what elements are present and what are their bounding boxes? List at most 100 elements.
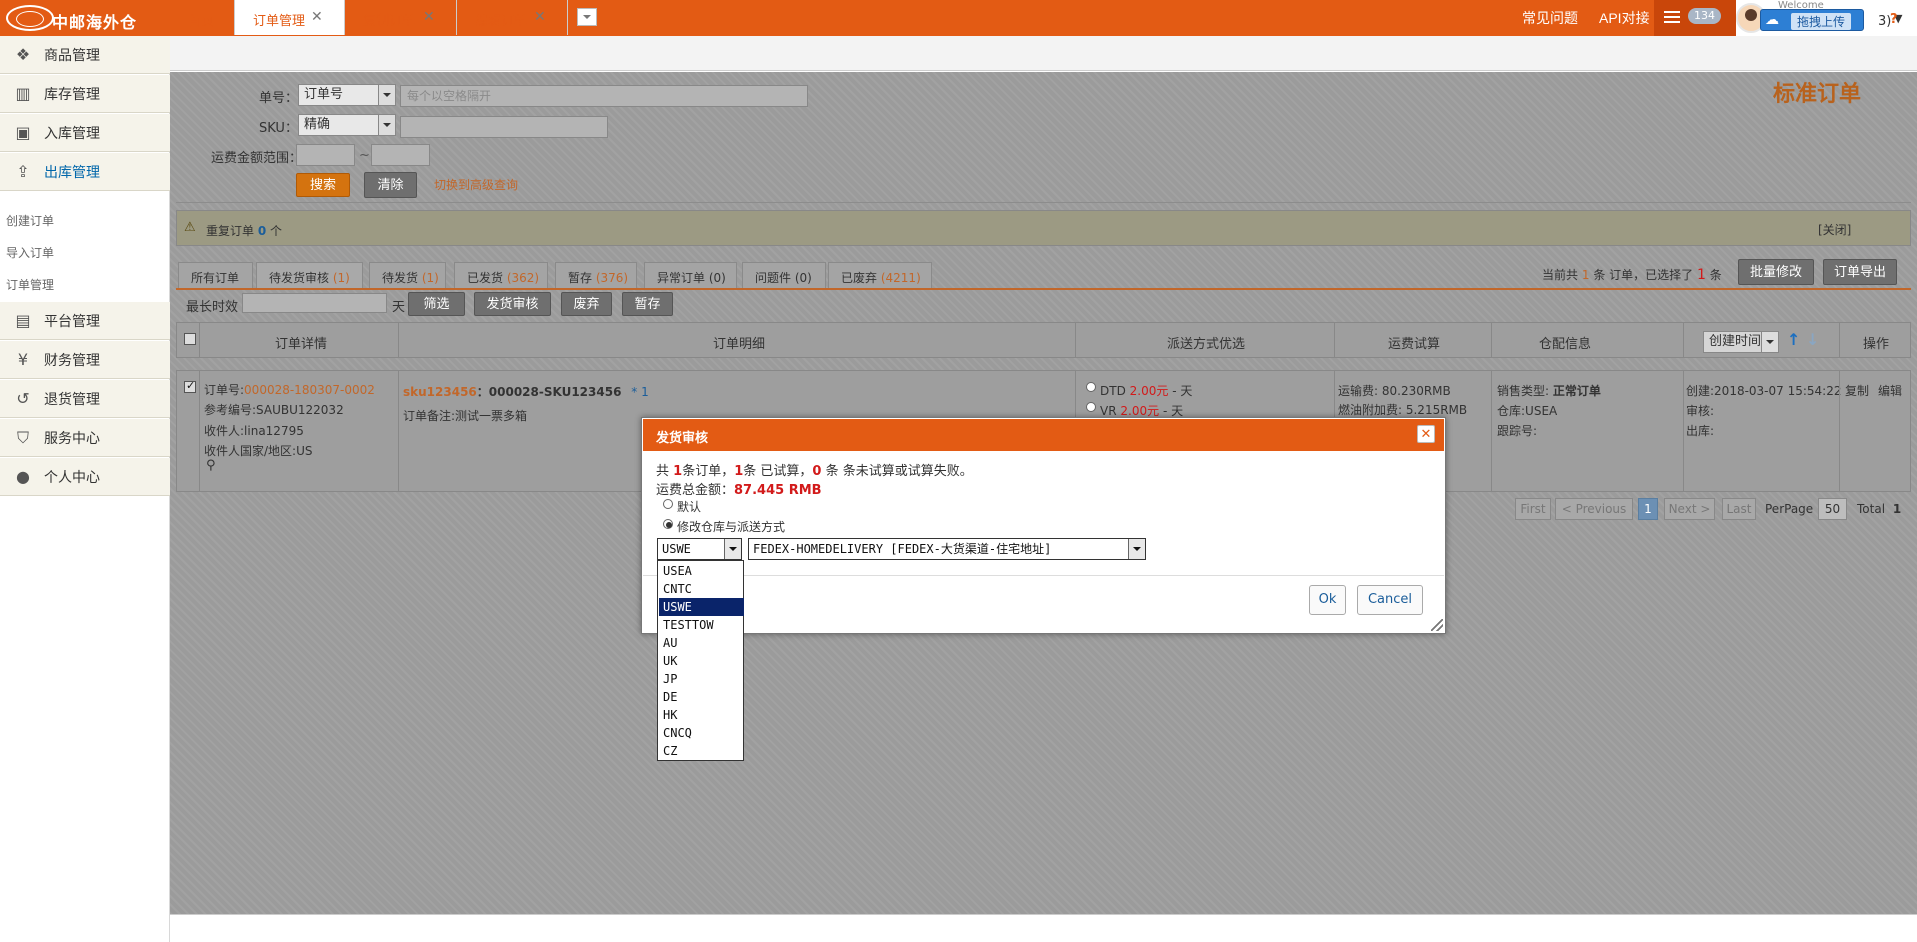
tab-list-dropdown[interactable]: [577, 8, 597, 26]
clear-button[interactable]: 清除: [364, 172, 417, 198]
sidebar-item-profile[interactable]: ● 个人中心: [0, 458, 170, 496]
sidebar-item-inventory[interactable]: ▥ 库存管理: [0, 75, 170, 113]
max-age-input[interactable]: [242, 293, 387, 313]
sidebar-item-inbound[interactable]: ▣ 入库管理: [0, 114, 170, 152]
sidebar-item-outbound[interactable]: ⇪ 出库管理: [0, 153, 170, 191]
warehouse-option[interactable]: DE: [659, 688, 744, 706]
tab-home[interactable]: 首页: [170, 0, 235, 35]
order-no-type-select[interactable]: 订单号: [298, 84, 396, 106]
ship-audit-button[interactable]: 发货审核: [474, 292, 551, 316]
fee-min-input[interactable]: [296, 144, 355, 166]
tab-copy-order[interactable]: 复制订单 ✕: [345, 0, 457, 35]
status-tab-all[interactable]: 所有订单: [178, 262, 253, 288]
warehouse-option[interactable]: CZ: [659, 742, 744, 760]
warehouse-option[interactable]: CNTC: [659, 580, 744, 598]
per-page-input[interactable]: 50: [1818, 498, 1847, 520]
sku-label: SKU：: [259, 121, 298, 136]
sort-field-select[interactable]: 创建时间: [1703, 331, 1779, 353]
status-tab-problem[interactable]: 问题件 (0): [742, 262, 826, 288]
warehouse-option[interactable]: JP: [659, 670, 744, 688]
cancel-button[interactable]: Cancel: [1357, 585, 1423, 615]
page-number-current[interactable]: 1: [1638, 498, 1658, 520]
search-button[interactable]: 搜索: [296, 173, 350, 197]
edit-order-link[interactable]: 编辑: [1878, 382, 1902, 399]
default-radio-label: 默认: [677, 500, 702, 514]
tab-edit-order[interactable]: 编辑订单 ✕: [457, 0, 568, 35]
close-icon[interactable]: ✕: [311, 9, 323, 25]
sidebar-item-label: 商品管理: [44, 48, 100, 64]
ok-button[interactable]: Ok: [1309, 585, 1346, 615]
copy-order-link[interactable]: 复制: [1845, 382, 1869, 399]
shipping-option-radio[interactable]: [1086, 402, 1096, 412]
warehouse-option[interactable]: CNCQ: [659, 724, 744, 742]
logo[interactable]: 中邮海外仓: [6, 3, 146, 33]
order-no-input[interactable]: 每个以空格隔开: [400, 85, 808, 107]
warehouse-select[interactable]: USWE: [657, 538, 742, 560]
sort-ascending-icon[interactable]: ↑: [1787, 330, 1800, 349]
batch-edit-button[interactable]: 批量修改: [1738, 259, 1814, 285]
tab-label: 复制订单: [363, 14, 416, 29]
close-alert-link[interactable]: [关闭]: [1818, 221, 1851, 238]
fee-max-input[interactable]: [371, 144, 430, 166]
help-link[interactable]: ?: [1890, 12, 1898, 27]
sidebar-item-platform[interactable]: ▤ 平台管理: [0, 302, 170, 340]
search-icon[interactable]: ⚲: [206, 458, 216, 473]
sidebar-subitem-order-management[interactable]: 订单管理: [6, 276, 54, 293]
column-header-shipping-preference: 派送方式优选: [1167, 337, 1246, 352]
check-icon: ✓: [186, 379, 196, 392]
sort-descending-icon[interactable]: ↓: [1806, 330, 1819, 349]
sidebar-item-finance[interactable]: ¥ 财务管理: [0, 341, 170, 379]
divider: [1491, 370, 1492, 492]
warehouse-option[interactable]: AU: [659, 634, 744, 652]
advanced-search-link[interactable]: 切换到高级查询: [434, 176, 518, 193]
shipping-option-radio[interactable]: [1086, 382, 1096, 392]
next-page-button[interactable]: Next >: [1664, 498, 1715, 520]
sku-input[interactable]: [400, 116, 608, 138]
tab-order-management[interactable]: 订单管理 ✕: [235, 0, 345, 35]
divider: [643, 575, 1444, 576]
first-page-button[interactable]: First: [1515, 498, 1551, 520]
hold-button[interactable]: 暂存: [622, 292, 673, 316]
warehouse-option[interactable]: UK: [659, 652, 744, 670]
last-page-button[interactable]: Last: [1722, 498, 1756, 520]
order-no-label: 单号：: [259, 91, 299, 106]
status-tab-pending-audit[interactable]: 待发货审核 (1): [256, 262, 363, 288]
warehouse-option[interactable]: USEA: [659, 562, 744, 580]
resize-handle[interactable]: [1431, 619, 1443, 631]
sidebar-item-service[interactable]: ⛉ 服务中心: [0, 419, 170, 457]
previous-page-button[interactable]: < Previous: [1555, 498, 1633, 520]
messages-icon[interactable]: [1664, 11, 1680, 23]
sku-match-select[interactable]: 精确: [298, 114, 396, 136]
status-tab-discarded[interactable]: 已废弃 (4211): [828, 262, 932, 288]
close-icon[interactable]: ✕: [423, 9, 435, 25]
close-icon[interactable]: ✕: [534, 9, 546, 25]
status-tab-on-hold[interactable]: 暂存 (376): [555, 262, 637, 288]
boxes-icon: ❖: [15, 45, 31, 64]
select-all-checkbox[interactable]: [184, 333, 196, 345]
modify-radio[interactable]: [663, 519, 673, 529]
status-tab-pending-ship[interactable]: 待发货 (1): [369, 262, 446, 288]
sidebar-subitem-create-order[interactable]: 创建订单: [6, 212, 54, 229]
row-checkbox[interactable]: ✓: [184, 379, 196, 393]
export-orders-button[interactable]: 订单导出: [1823, 259, 1897, 285]
sidebar-subitem-import-order[interactable]: 导入订单: [6, 244, 54, 261]
status-tab-exception[interactable]: 异常订单 (0): [644, 262, 737, 288]
shipping-method-select[interactable]: FEDEX-HOMEDELIVERY [FEDEX-大货渠道-住宅地址]: [748, 538, 1146, 560]
drag-upload-button[interactable]: ☁ 拖拽上传: [1760, 9, 1864, 31]
sku-code[interactable]: sku123456: [403, 385, 477, 399]
status-tab-shipped[interactable]: 已发货 (362): [454, 262, 548, 288]
warehouse-option-selected[interactable]: USWE: [659, 598, 744, 616]
created-time: 创建:2018-03-07 15:54:22: [1686, 384, 1842, 398]
sidebar-item-returns[interactable]: ↺ 退货管理: [0, 380, 170, 418]
filter-button[interactable]: 筛选: [408, 292, 465, 316]
faq-link[interactable]: 常见问题: [1522, 8, 1578, 28]
message-count-badge[interactable]: 134: [1688, 8, 1721, 24]
sidebar-item-products[interactable]: ❖ 商品管理: [0, 36, 170, 74]
default-radio[interactable]: [663, 499, 673, 509]
close-icon[interactable]: ✕: [1417, 425, 1435, 443]
api-link[interactable]: API对接: [1599, 8, 1650, 28]
discard-button[interactable]: 废弃: [561, 292, 612, 316]
warehouse-option[interactable]: TESTTOW: [659, 616, 744, 634]
order-number-link[interactable]: 000028-180307-0002: [244, 383, 375, 397]
warehouse-option[interactable]: HK: [659, 706, 744, 724]
